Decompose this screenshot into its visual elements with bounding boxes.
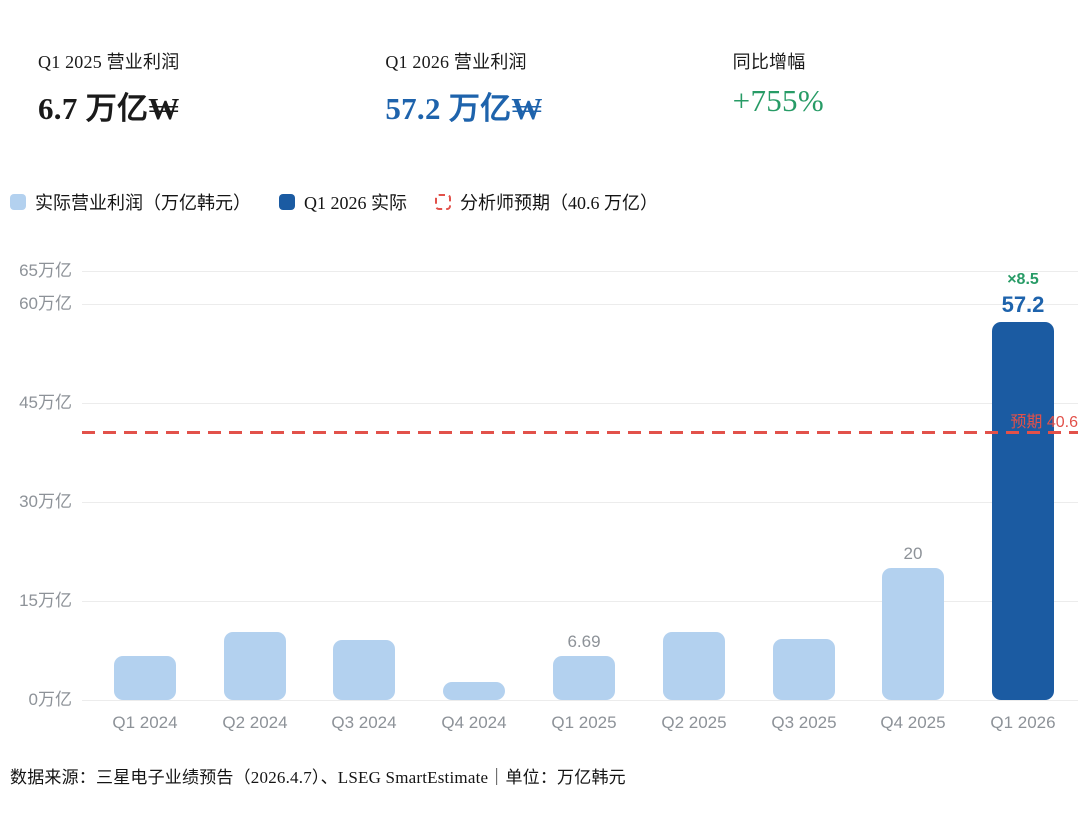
ytick-15: 15万亿 xyxy=(0,590,72,612)
bar-q1-2024 xyxy=(114,656,176,700)
light-blue-swatch-icon xyxy=(10,194,26,210)
ytick-65: 65万亿 xyxy=(0,260,72,282)
bar-value-label-q1-2025: 6.69 xyxy=(529,632,639,652)
legend-item-analyst-forecast: 分析师预期（40.6 万亿） xyxy=(435,189,658,215)
legend-label: 实际营业利润（万亿韩元） xyxy=(35,189,251,215)
ytick-60: 60万亿 xyxy=(0,293,72,315)
xtick-q3-2024: Q3 2024 xyxy=(309,713,419,733)
ytick-30: 30万亿 xyxy=(0,491,72,513)
kpi-value: 6.7 万亿₩ xyxy=(38,83,385,128)
legend-label: Q1 2026 实际 xyxy=(304,189,407,215)
gridline-60 xyxy=(82,304,1078,305)
kpi-value: 57.2 万亿₩ xyxy=(385,83,732,128)
xtick-q3-2025: Q3 2025 xyxy=(749,713,859,733)
kpi-yoy-growth: 同比增幅 +755% xyxy=(733,48,1080,128)
kpi-row: Q1 2025 营业利润 6.7 万亿₩ Q1 2026 营业利润 57.2 万… xyxy=(38,48,1080,128)
xtick-q4-2025: Q4 2025 xyxy=(858,713,968,733)
kpi-q1-2026-profit: Q1 2026 营业利润 57.2 万亿₩ xyxy=(385,48,732,128)
bar-value-label-q4-2025: 20 xyxy=(858,544,968,564)
red-dashed-swatch-icon xyxy=(435,194,451,210)
gridline-30 xyxy=(82,502,1078,503)
kpi-label: 同比增幅 xyxy=(733,48,1080,74)
bar-q4-2025 xyxy=(882,568,944,700)
gridline-0 xyxy=(82,700,1078,701)
ytick-45: 45万亿 xyxy=(0,392,72,414)
chart-legend: 实际营业利润（万亿韩元） Q1 2026 实际 分析师预期（40.6 万亿） xyxy=(10,189,686,215)
kpi-value: +755% xyxy=(733,83,1080,119)
gridline-45 xyxy=(82,403,1078,404)
bar-q3-2024 xyxy=(333,640,395,700)
kpi-label: Q1 2025 营业利润 xyxy=(38,48,385,74)
legend-label: 分析师预期（40.6 万亿） xyxy=(460,189,658,215)
quarterly-profit-bar-chart: 0万亿15万亿30万亿45万亿60万亿65万亿Q1 2024Q2 2024Q3 … xyxy=(0,240,1080,760)
xtick-q1-2024: Q1 2024 xyxy=(90,713,200,733)
xtick-q4-2024: Q4 2024 xyxy=(419,713,529,733)
legend-item-actual-profit: 实际营业利润（万亿韩元） xyxy=(10,189,251,215)
source-note: 数据来源：三星电子业绩预告（2026.4.7）、LSEG SmartEstima… xyxy=(10,763,626,788)
ytick-0: 0万亿 xyxy=(0,689,72,711)
xtick-q1-2026: Q1 2026 xyxy=(968,713,1078,733)
bar-q1-2025 xyxy=(553,656,615,700)
bar-q1-2026 xyxy=(992,322,1054,700)
xtick-q1-2025: Q1 2025 xyxy=(529,713,639,733)
forecast-label: 预期 40.6 xyxy=(858,408,1078,432)
kpi-q1-2025-profit: Q1 2025 营业利润 6.7 万亿₩ xyxy=(38,48,385,128)
operating-profit-dashboard: Q1 2025 营业利润 6.7 万亿₩ Q1 2026 营业利润 57.2 万… xyxy=(0,0,1080,820)
legend-item-q1-2026-actual: Q1 2026 实际 xyxy=(279,189,407,215)
bar-value-label-q1-2026: 57.2 xyxy=(968,292,1078,318)
kpi-label: Q1 2026 营业利润 xyxy=(385,48,732,74)
xtick-q2-2024: Q2 2024 xyxy=(200,713,310,733)
bar-q4-2024 xyxy=(443,682,505,700)
dark-blue-swatch-icon xyxy=(279,194,295,210)
gridline-65 xyxy=(82,271,1078,272)
growth-multiplier-label: ×8.5 xyxy=(968,271,1078,289)
bar-q2-2024 xyxy=(224,632,286,700)
xtick-q2-2025: Q2 2025 xyxy=(639,713,749,733)
bar-q3-2025 xyxy=(773,639,835,700)
bar-q2-2025 xyxy=(663,632,725,700)
